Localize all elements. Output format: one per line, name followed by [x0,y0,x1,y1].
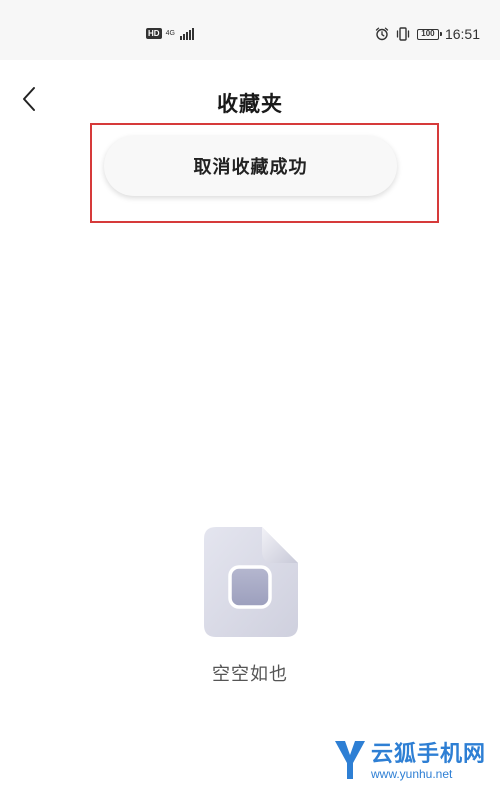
alarm-icon [375,27,389,41]
watermark-name: 云狐手机网 [370,742,486,767]
status-bar: HD 4G 100 16:51 [0,0,500,60]
empty-state-text: 空空如也 [212,664,288,685]
network-indicators: HD 4G [146,27,194,40]
empty-file-icon [204,527,298,637]
vibrate-icon [396,27,410,41]
screen: HD 4G 100 16:51 收藏夹 取消收藏成功 空空如也 云狐手机网 ww… [0,0,500,799]
watermark-logo-icon [334,741,365,779]
battery-level: 100 [421,29,435,38]
watermark-url: www.yunhu.net [370,767,453,781]
toast-message: 取消收藏成功 [104,136,397,196]
battery-icon: 100 [416,28,442,40]
watermark: 云狐手机网 www.yunhu.net [333,739,486,781]
page-title: 收藏夹 [217,92,283,116]
status-right: 100 16:51 [375,26,480,42]
clock: 16:51 [444,26,480,42]
network-type-label: 4G [165,30,175,37]
signal-icon [179,27,194,40]
hd-badge: HD [146,28,162,39]
